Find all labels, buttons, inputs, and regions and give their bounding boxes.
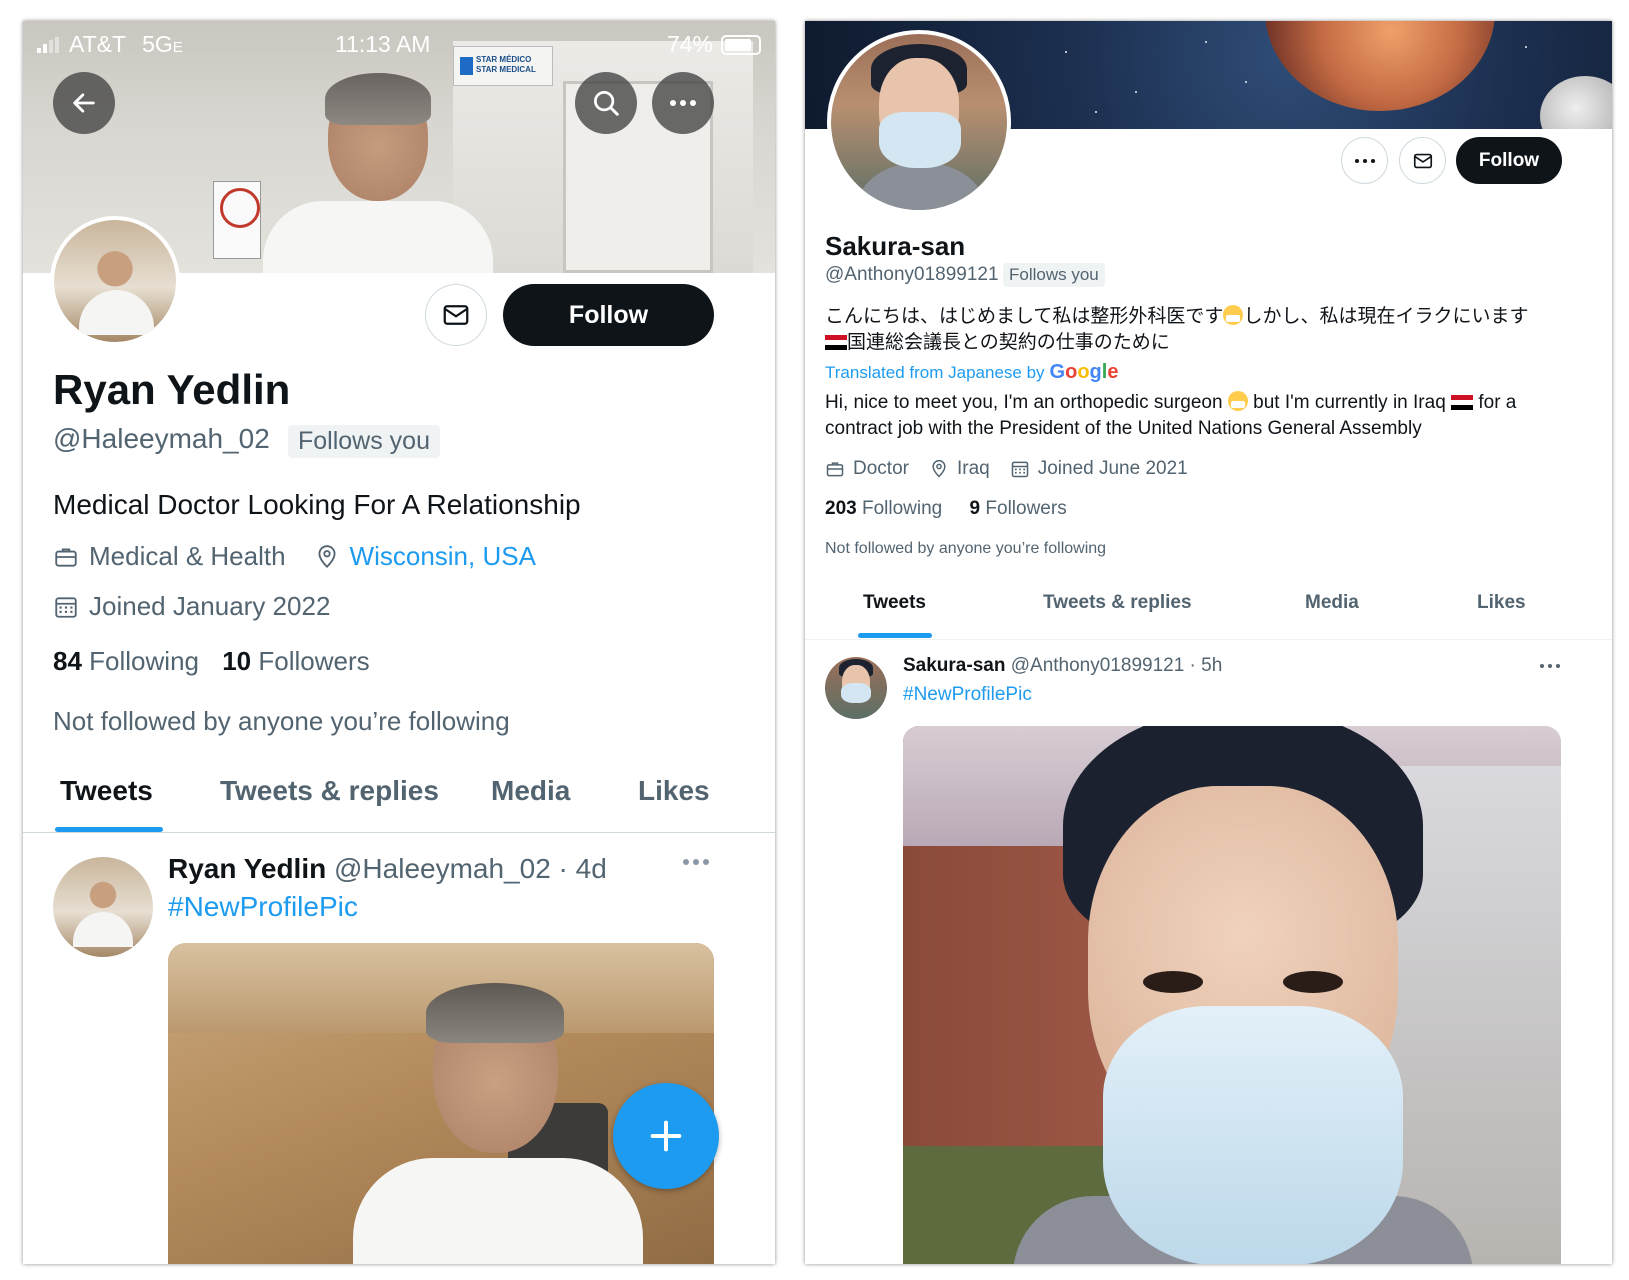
followers-link[interactable]: 10 Followers (222, 646, 369, 676)
profile-tabs: Tweets Tweets & replies Media Likes (23, 761, 775, 833)
profile-avatar[interactable] (827, 30, 1011, 214)
status-bar: AT&T 5GE 11:13 AM 74% (23, 21, 775, 63)
active-tab-indicator (858, 633, 932, 638)
mask-face-emoji-icon (1223, 305, 1244, 325)
follows-you-badge: Follows you (1003, 263, 1105, 287)
iraq-flag-icon (825, 335, 847, 350)
battery-percent: 74% (666, 31, 713, 57)
tab-media[interactable]: Media (491, 775, 570, 807)
back-button[interactable] (53, 72, 115, 134)
follows-you-badge: Follows you (288, 425, 440, 458)
tweet-author-meta: @Anthony01899121 · 5h (1010, 655, 1223, 676)
tab-likes[interactable]: Likes (1477, 592, 1526, 614)
profile-category: Medical & Health (89, 541, 286, 571)
follow-button[interactable]: Follow (503, 284, 714, 346)
following-link[interactable]: 84 Following (53, 646, 199, 676)
follow-counts: 84 Following 10 Followers (53, 646, 370, 677)
profile-category: Doctor (853, 458, 909, 479)
tab-tweets-replies[interactable]: Tweets & replies (1043, 592, 1192, 614)
tweet-more-button[interactable] (683, 859, 709, 865)
google-logo-letter: G (1049, 361, 1066, 383)
tweet-avatar[interactable] (825, 657, 887, 719)
tweet-author-name[interactable]: Ryan Yedlin (168, 853, 326, 884)
no-entry-sign-icon (213, 181, 261, 259)
search-button[interactable] (575, 72, 637, 134)
profile-joined: Joined January 2022 (89, 591, 331, 621)
message-button[interactable] (425, 284, 487, 346)
more-dots-icon (670, 100, 696, 106)
status-time: 11:13 AM (335, 31, 431, 57)
more-options-button[interactable] (652, 72, 714, 134)
carrier-name: AT&T (69, 31, 127, 57)
profile-joined: Joined June 2021 (1037, 458, 1188, 479)
not-followed-note: Not followed by anyone you’re following (825, 540, 1107, 557)
signal-icon (37, 36, 59, 53)
tweet-hashtag-link[interactable]: #NewProfilePic (903, 684, 1032, 706)
google-logo-letter: o (1077, 361, 1090, 383)
profile-avatar[interactable] (50, 216, 180, 346)
tweet-author-name[interactable]: Sakura-san (903, 655, 1005, 676)
calendar-icon (55, 596, 77, 618)
profile-bio: Medical Doctor Looking For A Relationshi… (53, 489, 581, 520)
location-pin-icon (932, 459, 946, 478)
profile-bio-japanese: こんにちは、はじめまして私は整形外科医です しかし、私は現在イラクにいます 国連総… (825, 305, 1529, 353)
tab-tweets[interactable]: Tweets (863, 592, 926, 614)
tab-likes[interactable]: Likes (638, 775, 710, 807)
arrow-left-icon (73, 93, 95, 113)
tweet-avatar[interactable] (53, 857, 153, 957)
tweet-header: Ryan Yedlin @Haleeymah_02 · 4d (168, 853, 607, 885)
tweet-photo[interactable] (903, 726, 1561, 1264)
tab-tweets[interactable]: Tweets (60, 775, 153, 807)
location-pin-icon (318, 544, 336, 568)
tab-tweets-replies[interactable]: Tweets & replies (220, 775, 439, 807)
following-link[interactable]: 203 Following (825, 498, 942, 519)
profile-meta-row: Medical & Health Wisconsin, USA (53, 541, 536, 572)
more-dots-icon (1540, 664, 1560, 668)
tweet-more-button[interactable] (1540, 664, 1560, 668)
envelope-icon (443, 305, 469, 325)
follow-button[interactable]: Follow (1456, 137, 1562, 184)
follow-counts: 203 Following 9 Followers (825, 498, 1067, 520)
google-logo-letter: e (1107, 361, 1119, 383)
iraq-flag-icon (1451, 395, 1474, 410)
profile-handle: @Haleeymah_02 (53, 423, 270, 454)
compose-tweet-button[interactable] (613, 1083, 719, 1189)
search-icon (594, 91, 619, 116)
profile-location: Iraq (956, 458, 990, 479)
google-logo: Google (1050, 361, 1119, 384)
followers-link[interactable]: 9 Followers (970, 498, 1067, 519)
profile-bio-translated: Hi, nice to meet you, I'm an orthopedic … (825, 391, 1517, 439)
profile-tabs: Tweets Tweets & replies Media Likes (805, 578, 1612, 640)
calendar-icon (1011, 461, 1028, 478)
profile-joined-row: Joined January 2022 (53, 591, 330, 622)
translation-attribution[interactable]: Translated from Japanese by Google (825, 361, 1118, 384)
google-logo-letter: o (1065, 361, 1078, 383)
not-followed-note: Not followed by anyone you’re following (53, 706, 510, 736)
tab-media[interactable]: Media (1305, 592, 1359, 614)
tweet-header: Sakura-san @Anthony01899121 · 5h (903, 655, 1222, 677)
profile-handle: @Anthony01899121 (825, 264, 999, 285)
active-tab-indicator (55, 827, 163, 832)
profile-location-link[interactable]: Wisconsin, USA (350, 541, 536, 572)
envelope-icon (1413, 153, 1432, 168)
tweet-hashtag-link[interactable]: #NewProfilePic (168, 891, 358, 923)
more-dots-icon (1354, 158, 1375, 163)
profile-name: Ryan Yedlin (53, 366, 291, 413)
more-options-button[interactable] (1341, 137, 1388, 184)
banner-person (263, 61, 493, 273)
mask-face-emoji-icon (1227, 391, 1248, 411)
desktop-profile-screenshot: Follow Sakura-san @Anthony01899121 Follo… (805, 21, 1612, 1264)
briefcase-icon (826, 462, 844, 477)
network-type: 5GE (142, 31, 183, 57)
profile-meta-row: Doctor Iraq Joined June 2021 (825, 458, 1188, 480)
tweet-author-meta: @Haleeymah_02 · 4d (334, 853, 607, 884)
plus-icon (650, 1120, 682, 1152)
google-logo-letter: g (1089, 361, 1102, 383)
battery-icon (721, 34, 761, 55)
message-button[interactable] (1399, 137, 1446, 184)
mobile-profile-screenshot: STAR MÉDICO STAR MEDICAL AT&T 5GE 11:13 A… (23, 21, 775, 1264)
briefcase-icon (55, 547, 77, 567)
profile-name: Sakura-san (825, 231, 966, 261)
more-dots-icon (683, 859, 709, 865)
